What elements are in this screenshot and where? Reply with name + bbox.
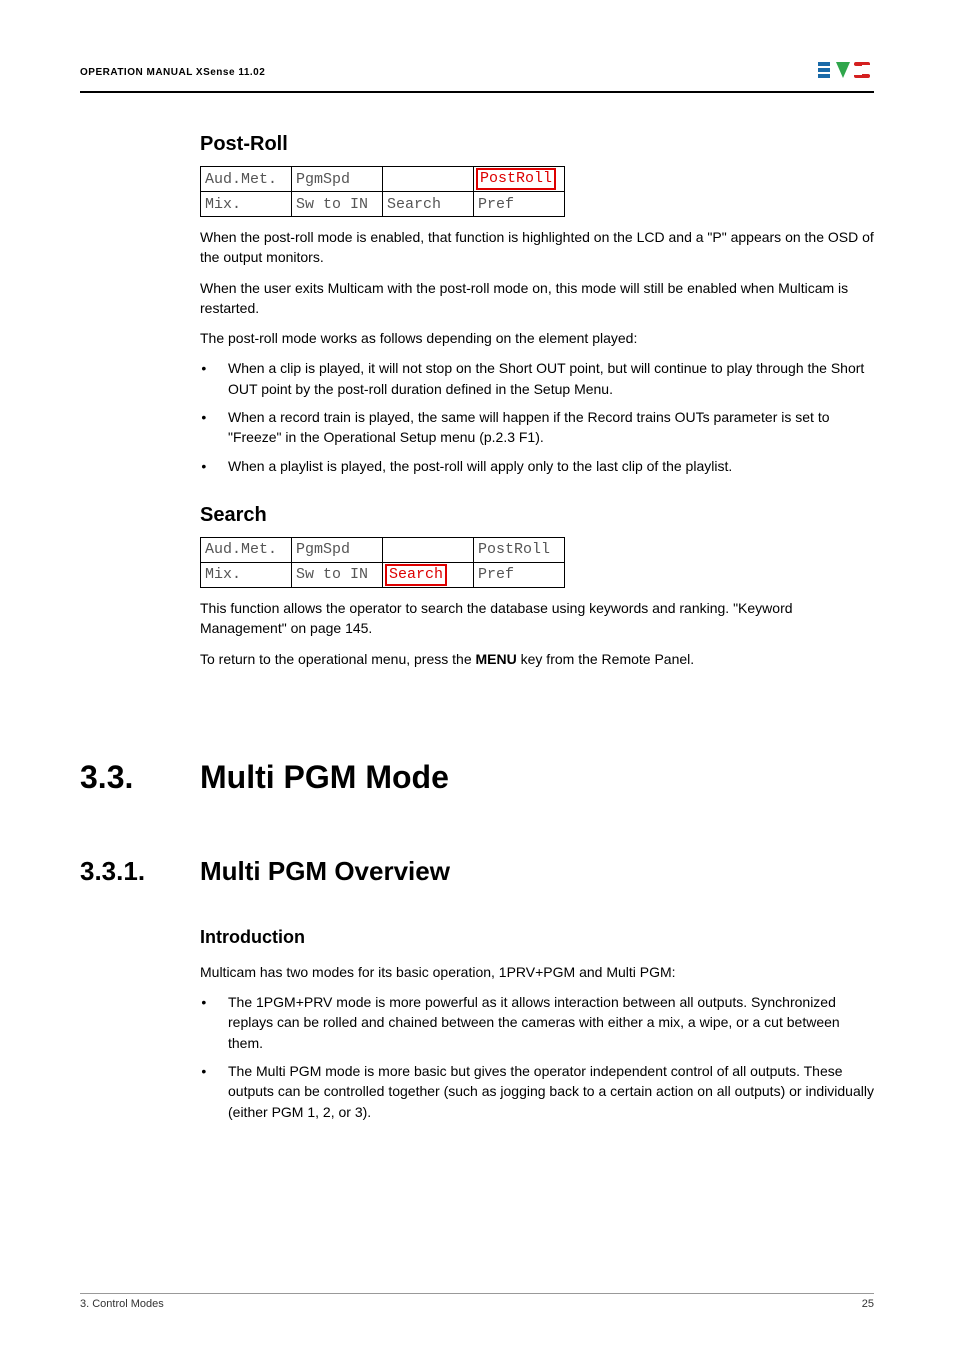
table-cell: PgmSpd [292,537,383,562]
table-cell: Search [383,192,474,217]
introduction-heading: Introduction [200,927,874,948]
footer-left: 3. Control Modes [80,1298,164,1310]
postroll-menu-table: Aud.Met. PgmSpd PostRoll Mix. Sw to IN S… [200,166,565,217]
footer-page-number: 25 [862,1298,874,1310]
table-cell: Search [383,562,474,587]
overview-content: Introduction Multicam has two modes for … [200,927,874,1122]
subchapter-number: 3.3.1. [80,856,160,887]
table-cell: PostRoll [474,167,565,192]
list-item: The Multi PGM mode is more basic but giv… [218,1061,874,1122]
chapter-number: 3.3. [80,759,160,796]
chapter-heading: Multi PGM Mode [200,759,449,796]
search-para-1: This function allows the operator to sea… [200,598,874,639]
search-heading: Search [200,504,874,527]
table-cell: Aud.Met. [201,167,292,192]
search-menu-table: Aud.Met. PgmSpd PostRoll Mix. Sw to IN S… [200,537,565,588]
table-cell: Pref [474,562,565,587]
table-cell [383,167,474,192]
page: OPERATION MANUAL XSense 11.02 Post-Roll [0,0,954,1350]
menu-key-label: MENU [476,651,517,667]
highlighted-cell: Search [385,564,447,586]
manual-title: OPERATION MANUAL XSense 11.02 [80,67,265,78]
evs-logo-icon [818,60,874,85]
list-item: When a record train is played, the same … [218,407,874,448]
table-cell: Mix. [201,192,292,217]
list-item: The 1PGM+PRV mode is more powerful as it… [218,992,874,1053]
overview-bullet-list: The 1PGM+PRV mode is more powerful as it… [200,992,874,1122]
subchapter-row: 3.3.1. Multi PGM Overview [80,826,874,907]
postroll-para-1: When the post-roll mode is enabled, that… [200,227,874,268]
table-cell: Pref [474,192,565,217]
list-item: When a clip is played, it will not stop … [218,358,874,399]
search-para-2: To return to the operational menu, press… [200,649,874,669]
postroll-bullet-list: When a clip is played, it will not stop … [200,358,874,475]
postroll-heading: Post-Roll [200,133,874,156]
text-fragment: key from the Remote Panel. [517,651,694,667]
chapter-row: 3.3. Multi PGM Mode [80,709,874,806]
postroll-para-2: When the user exits Multicam with the po… [200,278,874,319]
page-footer: 3. Control Modes 25 [80,1293,874,1310]
postroll-para-3: The post-roll mode works as follows depe… [200,328,874,348]
table-cell [383,537,474,562]
table-cell: PostRoll [474,537,565,562]
list-item: When a playlist is played, the post-roll… [218,456,874,476]
text-fragment: To return to the operational menu, press… [200,651,476,667]
page-header: OPERATION MANUAL XSense 11.02 [80,60,874,93]
table-cell: Sw to IN [292,562,383,587]
overview-para-1: Multicam has two modes for its basic ope… [200,962,874,982]
table-cell: Mix. [201,562,292,587]
subchapter-heading: Multi PGM Overview [200,856,450,887]
table-cell: PgmSpd [292,167,383,192]
content-area: Post-Roll Aud.Met. PgmSpd PostRoll Mix. … [200,133,874,669]
table-cell: Aud.Met. [201,537,292,562]
highlighted-cell: PostRoll [476,168,556,190]
table-cell: Sw to IN [292,192,383,217]
